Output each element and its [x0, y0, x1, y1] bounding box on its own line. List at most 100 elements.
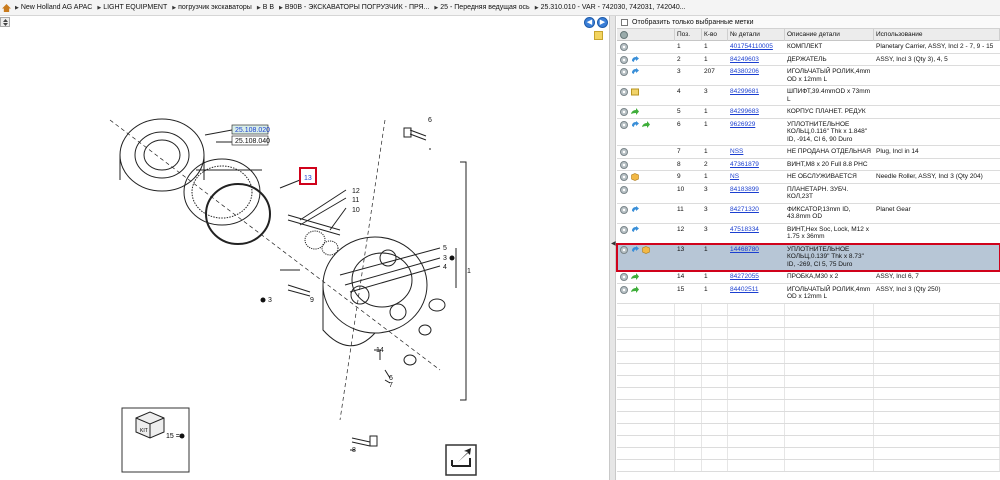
kit-label: 15 = [166, 433, 180, 440]
replace-icon[interactable] [631, 120, 639, 129]
table-row[interactable]: 6 1 9626929 УПЛОТНИТЕЛЬНОЕ КОЛЬЦ,0.116" Thk… [617, 119, 1000, 146]
table-row[interactable]: 14 1 84272055 ПРОБКА,M30 x 2 ASSY, Incl 6, 7 [617, 271, 1000, 284]
table-row[interactable]: 15 1 84402511 ИГОЛЬЧАТЫЙ РОЛИК,4mm OD x 12m… [617, 284, 1000, 304]
empty-cell [728, 447, 785, 459]
table-row[interactable]: 1 1 401754110005 КОМПЛЕКТ Planetary Carrier,… [617, 41, 1000, 54]
empty-cell [702, 423, 728, 435]
empty-row [617, 351, 1000, 364]
row-part-number[interactable]: 9626929 [728, 119, 785, 146]
row-part-number[interactable]: 84249603 [728, 54, 785, 66]
empty-cell [785, 315, 874, 327]
package-icon[interactable] [642, 245, 650, 254]
note-icon[interactable] [631, 88, 639, 96]
row-icons [617, 54, 675, 66]
row-quantity: 2 [704, 160, 708, 168]
header-part-number[interactable]: № детали [728, 28, 785, 41]
row-part-number[interactable]: 47361879 [728, 159, 785, 171]
info-icon[interactable] [620, 205, 628, 214]
forward-arrow-icon[interactable] [631, 273, 639, 281]
info-icon[interactable] [620, 55, 628, 64]
header-pos[interactable]: Поз. [675, 28, 702, 41]
table-row[interactable]: 3 207 84380206 ИГОЛЬЧАТЫЙ РОЛИК,4mm OD x 12… [617, 66, 1000, 86]
package-icon[interactable] [631, 173, 639, 181]
empty-cell [728, 423, 785, 435]
table-row[interactable]: 13 1 14468780 УПЛОТНИТЕЛЬНОЕ КОЛЬЦ,0.139" T… [616, 242, 1000, 272]
empty-cell [617, 339, 675, 351]
empty-cell [785, 387, 874, 399]
table-row[interactable]: 10 3 84183899 ПЛАНЕТАРН. ЗУБЧ. КОЛ,23T [617, 184, 1000, 204]
row-part-number[interactable]: NS [728, 171, 785, 183]
row-icons [617, 146, 675, 158]
row-part-number[interactable]: 84299683 [728, 106, 785, 118]
forward-arrow-icon[interactable] [642, 120, 650, 129]
table-row[interactable]: 7 1 NSS НЕ ПРОДАНА ОТДЕЛЬНАЯ Plug, Incl in 1… [617, 146, 1000, 159]
row-part-number[interactable]: NSS [728, 146, 785, 158]
header-icon-col[interactable] [617, 28, 675, 41]
replace-icon[interactable] [631, 225, 639, 234]
breadcrumb-item[interactable]: погрузчик экскаваторы [172, 4, 252, 11]
row-part-number[interactable]: 84271320 [728, 204, 785, 223]
replace-icon[interactable] [631, 55, 639, 64]
row-part-number[interactable]: 84183899 [728, 184, 785, 203]
replace-icon[interactable] [631, 205, 639, 214]
info-icon[interactable] [620, 185, 628, 194]
info-icon[interactable] [620, 245, 628, 254]
info-icon[interactable] [620, 68, 628, 76]
empty-cell [728, 435, 785, 447]
empty-row [617, 411, 1000, 424]
row-part-number[interactable]: 84299681 [728, 86, 785, 105]
row-part-number[interactable]: 84272055 [728, 271, 785, 283]
row-position: 5 [677, 108, 681, 115]
info-icon[interactable] [620, 285, 628, 294]
replace-icon[interactable] [631, 245, 639, 254]
breadcrumb-item[interactable]: LIGHT EQUIPMENT [97, 4, 167, 11]
info-icon[interactable] [620, 43, 628, 51]
table-row[interactable]: 12 3 47518334 ВИНТ,Hex Soc, Lock, M12 x 1.7… [617, 224, 1000, 244]
info-icon[interactable] [620, 120, 628, 129]
parts-panel: Отобразить только выбранные метки Поз. К… [616, 16, 1000, 480]
show-selected-checkbox[interactable] [621, 18, 628, 26]
table-row[interactable]: 11 3 84271320 ФИКСАТОР,13mm ID, 43.8mm OD Pl… [617, 204, 1000, 224]
breadcrumb-item[interactable]: 25.310.010 - VAR - 742030, 742031, 74204… [535, 4, 686, 11]
info-icon[interactable] [620, 160, 628, 169]
row-part-number[interactable]: 84380206 [728, 66, 785, 85]
expand-toggle[interactable] [0, 17, 10, 27]
info-icon[interactable] [620, 173, 628, 181]
header-description[interactable]: Описание детали [785, 28, 874, 41]
info-icon[interactable] [620, 108, 628, 116]
table-row[interactable]: 2 1 84249603 ДЕРЖАТЕЛЬ ASSY, Incl 3 (Qty 3),… [617, 54, 1000, 66]
callout-25-108-020[interactable]: 25.108.020 [235, 127, 270, 134]
row-usage: ASSY, Incl 6, 7 [876, 273, 919, 280]
row-description: ИГОЛЬЧАТЫЙ РОЛИК,4mm OD x 12mm L [787, 285, 871, 301]
home-icon[interactable] [2, 3, 11, 12]
callout-25-108-040[interactable]: 25.108.040 [235, 138, 270, 145]
row-part-number[interactable]: 47518334 [728, 224, 785, 243]
row-part-number[interactable]: 14468780 [728, 244, 785, 271]
prev-page-button[interactable]: ◀ [584, 17, 595, 28]
collapse-arrow-icon[interactable]: ◀ [611, 240, 616, 247]
row-part-number[interactable]: 84402511 [728, 284, 785, 303]
panel-splitter[interactable] [609, 16, 616, 480]
header-qty[interactable]: К-во [702, 28, 728, 41]
table-row[interactable]: 4 3 84299681 ШПИФТ,39.4mmOD x 73mm L [617, 86, 1000, 106]
diagram-label-13[interactable]: 13 [304, 175, 312, 182]
header-usage[interactable]: Использование [874, 28, 1000, 41]
forward-arrow-icon[interactable] [631, 108, 639, 116]
empty-cell [675, 363, 702, 375]
table-row[interactable]: 9 1 NS НЕ ОБСЛУЖИВАЕТСЯ Needle Roller, ASSY,… [617, 171, 1000, 184]
replace-icon[interactable] [631, 68, 639, 76]
breadcrumb-item[interactable]: New Holland AG APAC [15, 4, 92, 11]
info-icon[interactable] [620, 88, 628, 96]
info-icon[interactable] [620, 148, 628, 156]
table-row[interactable]: 5 1 84299683 КОРПУС ПЛАНЕТ. РЕДУК [617, 106, 1000, 119]
table-row[interactable]: 8 2 47361879 ВИНТ,M8 x 20 Full 8.8 PHC [617, 159, 1000, 171]
breadcrumb-item[interactable]: 25 - Передняя ведущая ось [434, 4, 529, 11]
next-page-button[interactable]: ▶ [597, 17, 608, 28]
forward-arrow-icon[interactable] [631, 285, 639, 294]
row-part-number[interactable]: 401754110005 [728, 41, 785, 53]
empty-cell [617, 351, 675, 363]
breadcrumb-item[interactable]: B B [257, 4, 274, 11]
info-icon[interactable] [620, 225, 628, 234]
breadcrumb-item[interactable]: B90B - ЭКСКАВАТОРЫ ПОГРУЗЧИК - ПРЯ... [279, 4, 429, 11]
info-icon[interactable] [620, 273, 628, 281]
